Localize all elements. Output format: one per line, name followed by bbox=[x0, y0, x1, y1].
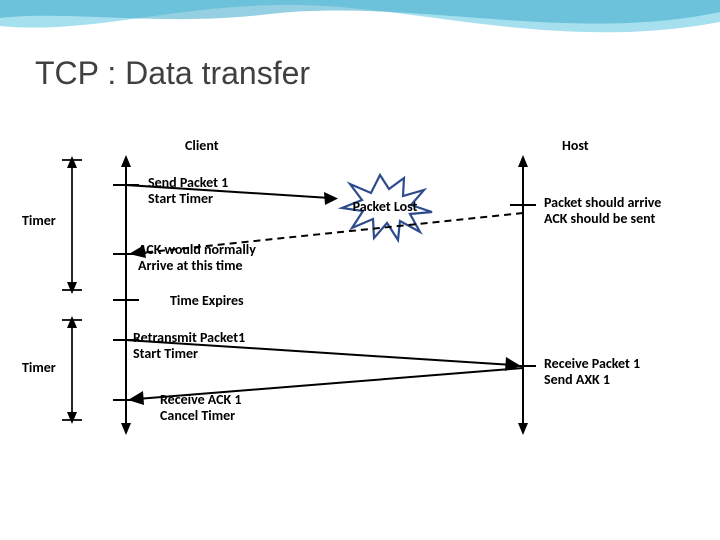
timer-1-label: Timer bbox=[22, 213, 56, 229]
client-label: Client bbox=[185, 138, 219, 154]
timer-bracket-2 bbox=[62, 316, 82, 424]
client-lifeline bbox=[121, 155, 131, 435]
sequence-diagram bbox=[0, 0, 720, 540]
retransmit-label: Retransmit Packet1 Start Timer bbox=[133, 330, 245, 362]
receive-packet1-label: Receive Packet 1 Send AXK 1 bbox=[544, 356, 640, 388]
time-expires-label: Time Expires bbox=[170, 293, 244, 309]
host-lifeline bbox=[518, 155, 528, 435]
timer-2-label: Timer bbox=[22, 360, 56, 376]
send-packet1-label: Send Packet 1 Start Timer bbox=[148, 175, 228, 207]
packet-lost-label: Packet Lost bbox=[345, 198, 425, 215]
host-label: Host bbox=[562, 138, 589, 154]
ack-normally-label: ACK would normally Arrive at this time bbox=[138, 242, 256, 274]
packet-should-arrive-label: Packet should arrive ACK should be sent bbox=[544, 195, 661, 227]
receive-ack-label: Receive ACK 1 Cancel Timer bbox=[160, 392, 241, 424]
timer-bracket-1 bbox=[62, 156, 82, 294]
